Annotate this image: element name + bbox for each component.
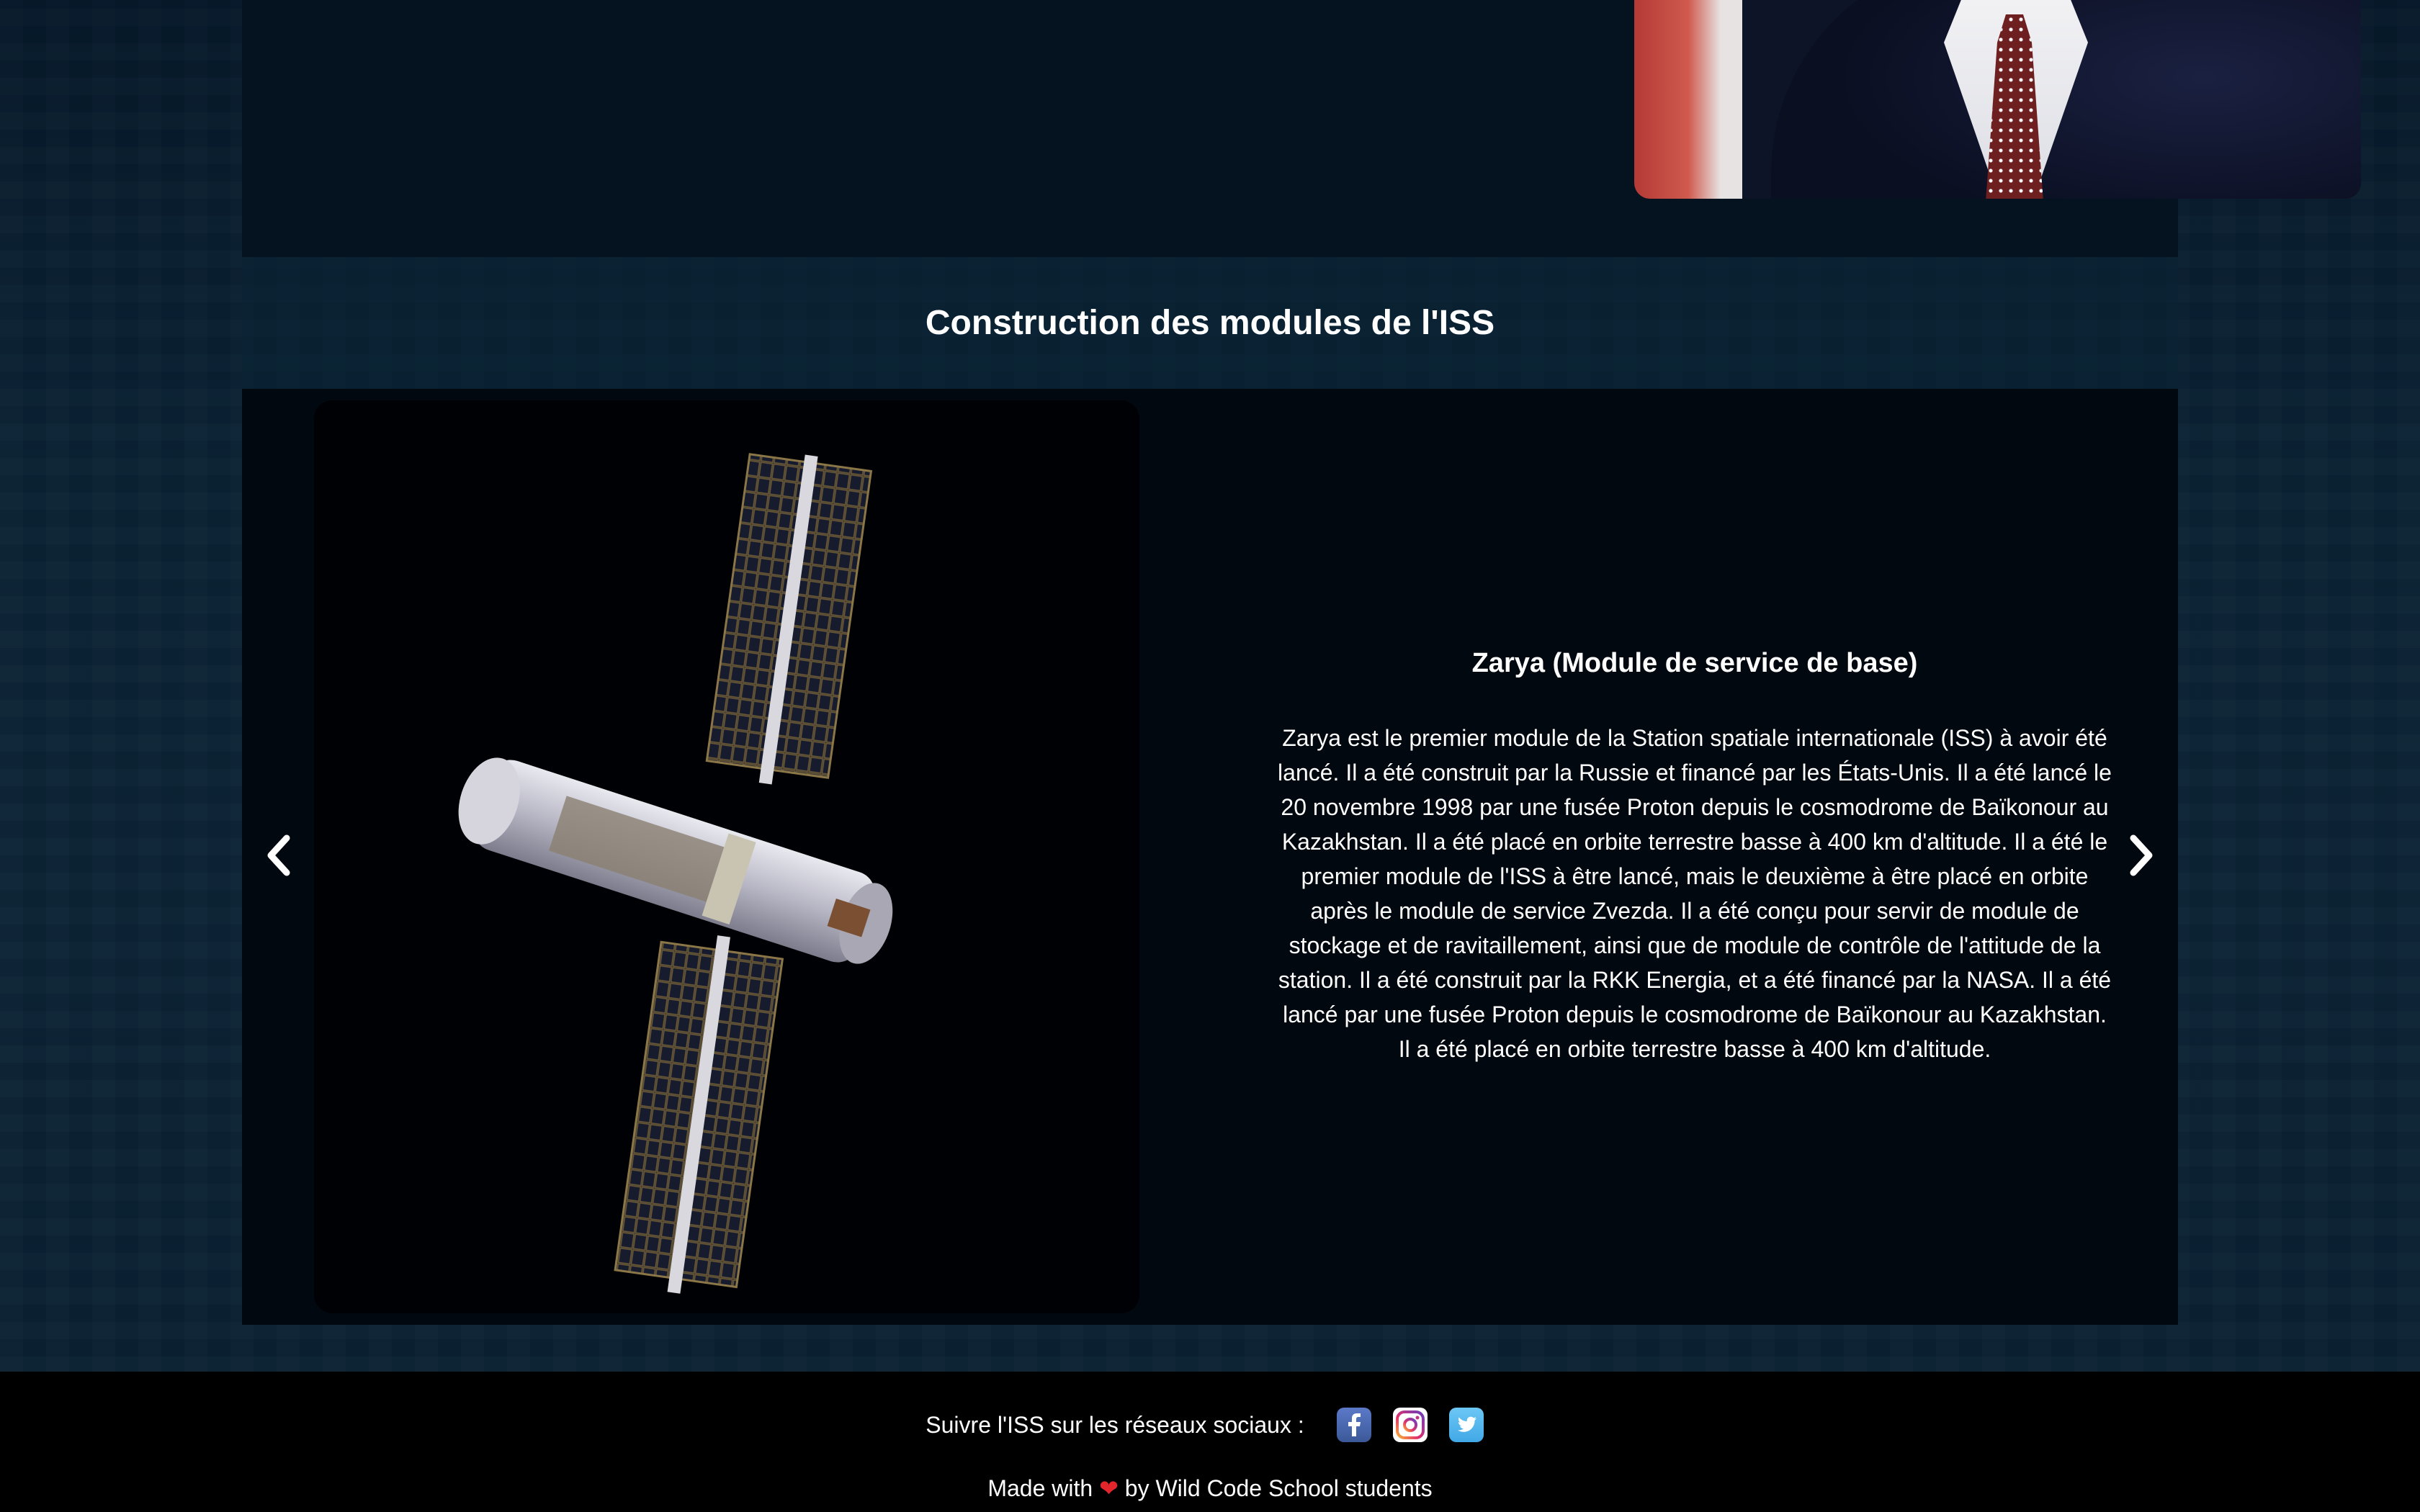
instagram-glyph xyxy=(1395,1410,1425,1439)
carousel-next-button[interactable] xyxy=(2120,829,2164,881)
heart-icon: ❤ xyxy=(1099,1475,1119,1501)
facebook-glyph xyxy=(1348,1413,1361,1436)
zarya-module-illustration xyxy=(458,453,893,1294)
made-with-credit: Made with ❤ by Wild Code School students xyxy=(0,1475,2420,1502)
twitter-glyph xyxy=(1457,1416,1476,1432)
carousel-prev-button[interactable] xyxy=(256,829,300,881)
twitter-icon[interactable] xyxy=(1448,1408,1484,1442)
portrait-photo xyxy=(1634,0,2361,199)
social-label: Suivre l'ISS sur les réseaux sociaux : xyxy=(926,1411,1304,1438)
modules-carousel: Zarya (Module de service de base) Zarya … xyxy=(242,389,2178,1325)
module-image xyxy=(314,400,1139,1313)
slide-title: Zarya (Module de service de base) xyxy=(1471,647,1918,678)
flag-background xyxy=(1634,0,1742,199)
section-title: Construction des modules de l'ISS xyxy=(242,257,2178,389)
chevron-right-icon xyxy=(2130,834,2153,876)
previous-section-card xyxy=(242,0,2361,257)
social-links: Suivre l'ISS sur les réseaux sociaux : xyxy=(0,1408,2420,1442)
instagram-icon[interactable] xyxy=(1392,1408,1428,1442)
slide-description: Zarya est le premier module de la Statio… xyxy=(1278,724,2112,1062)
facebook-icon[interactable] xyxy=(1336,1408,1371,1442)
made-with-suffix: by Wild Code School students xyxy=(1124,1475,1433,1501)
made-with-prefix: Made with xyxy=(987,1475,1093,1501)
chevron-left-icon xyxy=(267,834,290,876)
slide-content: Zarya (Module de service de base) Zarya … xyxy=(1265,389,2125,1325)
footer: Suivre l'ISS sur les réseaux sociaux : M… xyxy=(0,1372,2420,1512)
